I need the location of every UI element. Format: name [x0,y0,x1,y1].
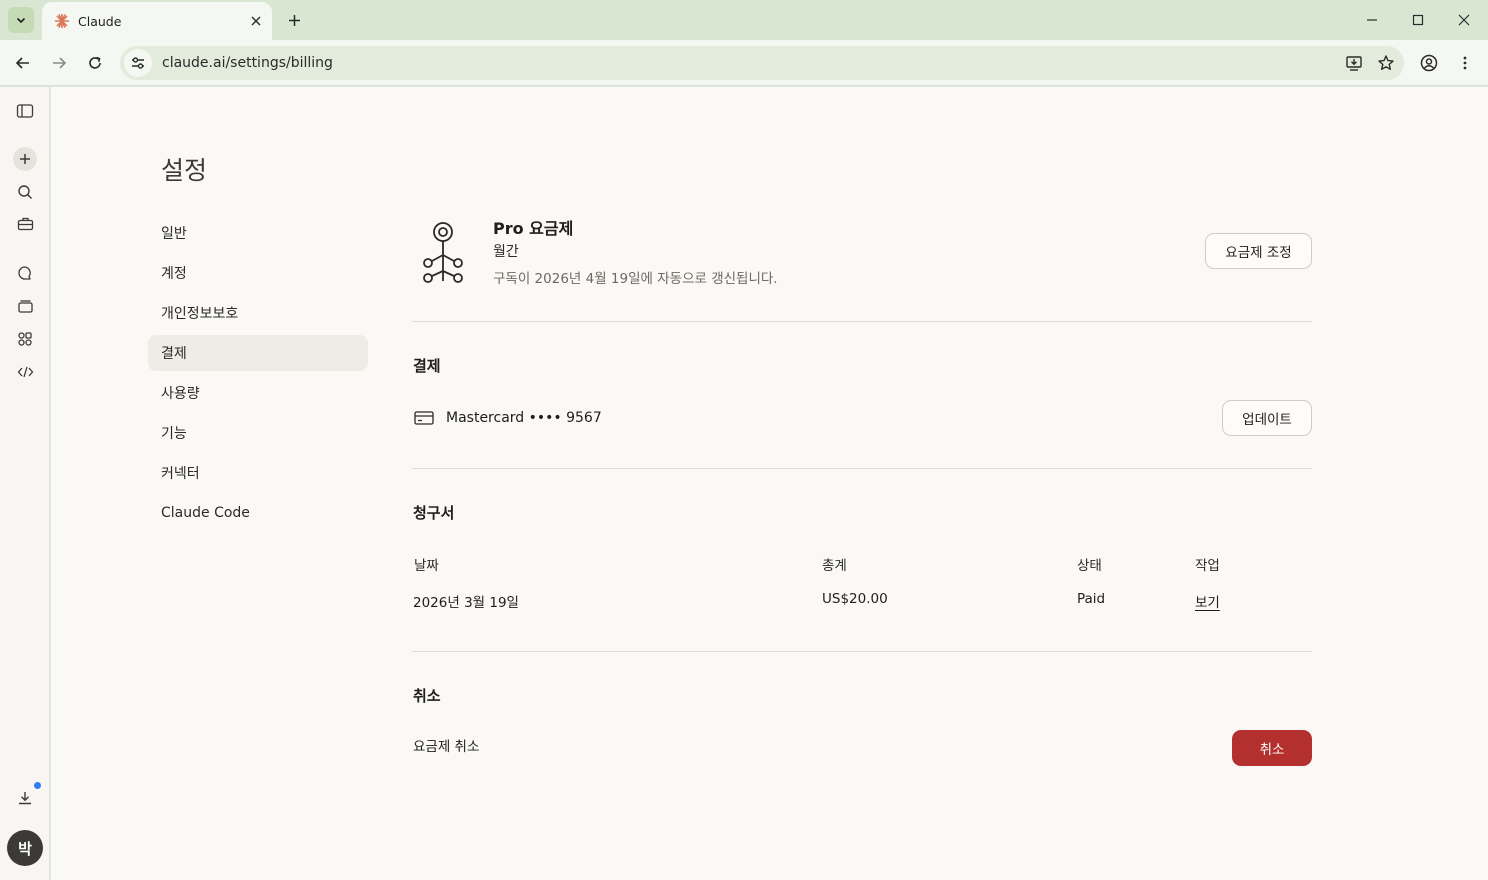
chevron-down-icon [16,17,26,24]
plus-icon [288,14,300,26]
chat-bubbles-icon [17,265,31,280]
star-icon [1378,55,1394,70]
chats-button[interactable] [13,261,37,285]
code-icon [17,366,33,378]
column-header-status: 상태 [1077,558,1102,574]
site-info-button[interactable] [124,49,152,77]
profile-button[interactable] [1416,50,1442,76]
view-invoice-link[interactable]: 보기 [1195,591,1220,611]
column-header-action: 작업 [1195,558,1220,574]
column-header-total: 총계 [822,558,847,574]
settings-nav-general[interactable]: 일반 [148,215,368,251]
plan-renewal-text: 구독이 2026년 4월 19일에 자동으로 갱신됩니다. [493,271,778,287]
cancel-plan-button[interactable]: 취소 [1232,730,1312,766]
divider [412,651,1312,652]
new-tab-button[interactable] [282,8,306,32]
app-sidebar-rail: 박 [0,87,50,880]
settings-nav-features[interactable]: 기능 [148,415,368,451]
minimize-button[interactable] [1357,6,1387,34]
code-button[interactable] [13,360,37,384]
folder-stack-icon [17,300,33,313]
plan-name: Pro 요금제 [493,219,574,238]
install-app-button[interactable] [1340,49,1368,77]
avatar[interactable]: 박 [7,830,43,866]
settings-nav-usage[interactable]: 사용량 [148,375,368,411]
credit-card-icon [414,410,434,426]
divider [412,321,1312,322]
browser-tab[interactable]: Claude [42,2,272,40]
download-app-button[interactable] [13,782,41,810]
projects-button[interactable] [13,294,37,318]
download-icon [19,792,31,805]
settings-nav-billing[interactable]: 결제 [148,335,368,371]
notification-dot [34,782,41,789]
browser-menu-button[interactable] [1452,50,1478,76]
settings-page: 설정 일반 계정 개인정보보호 결제 사용량 기능 커넥터 Claude Cod… [51,87,1488,880]
reload-icon [89,56,101,69]
more-vertical-icon [1463,56,1467,70]
plan-section: Pro 요금제 월간 구독이 2026년 4월 19일에 자동으로 갱신됩니다.… [412,215,1312,321]
adjust-plan-button[interactable]: 요금제 조정 [1205,233,1312,269]
cancel-section-title: 취소 [413,687,441,705]
tab-close-icon[interactable] [246,11,266,31]
invoice-status: Paid [1077,591,1106,607]
settings-nav-privacy[interactable]: 개인정보보호 [148,295,368,331]
search-icon [18,185,32,199]
browser-toolbar: claude.ai/settings/billing [0,40,1488,86]
arrow-right-icon [53,57,67,69]
tab-search-button[interactable] [8,7,34,33]
shapes-icon [18,332,32,346]
invoices-section-title: 청구서 [413,504,455,522]
tab-title: Claude [78,13,122,29]
cancel-plan-label: 요금제 취소 [413,739,480,755]
column-header-date: 날짜 [414,558,439,574]
plan-period: 월간 [493,244,519,260]
url-text: claude.ai/settings/billing [162,55,333,71]
tune-icon [132,57,144,69]
plan-illustration-icon [423,222,463,283]
settings-nav-account[interactable]: 계정 [148,255,368,291]
install-icon [1346,56,1362,71]
maximize-button[interactable] [1403,6,1433,34]
close-window-button[interactable] [1449,6,1479,34]
page-title: 설정 [161,156,208,185]
close-icon [1458,14,1470,26]
payment-method-row: Mastercard •••• 9567 [412,407,1312,429]
invoice-date: 2026년 3월 19일 [413,595,519,611]
payment-section-title: 결제 [413,357,441,375]
artifacts-button[interactable] [13,327,37,351]
tools-button[interactable] [13,212,37,236]
forward-button[interactable] [46,50,72,76]
settings-nav: 일반 계정 개인정보보호 결제 사용량 기능 커넥터 Claude Code [148,215,368,535]
browser-tab-bar: Claude [0,0,1488,40]
divider [412,468,1312,469]
card-label: Mastercard •••• 9567 [446,410,602,426]
bookmark-button[interactable] [1372,49,1400,77]
settings-nav-connectors[interactable]: 커넥터 [148,455,368,491]
invoice-total: US$20.00 [822,591,888,607]
toolbox-icon [17,217,33,231]
toggle-sidebar-button[interactable] [13,99,37,123]
address-bar[interactable]: claude.ai/settings/billing [120,46,1404,80]
settings-nav-claude-code[interactable]: Claude Code [148,495,368,531]
search-button[interactable] [13,180,37,204]
new-chat-button[interactable] [13,147,37,171]
update-payment-button[interactable]: 업데이트 [1222,400,1312,436]
reload-button[interactable] [82,50,108,76]
sidebar-icon [16,104,34,118]
maximize-icon [1412,14,1424,26]
account-circle-icon [1420,54,1438,72]
arrow-left-icon [15,57,29,69]
plus-icon [20,154,30,164]
back-button[interactable] [10,50,36,76]
minimize-icon [1367,19,1377,21]
claude-favicon-icon [54,13,70,29]
